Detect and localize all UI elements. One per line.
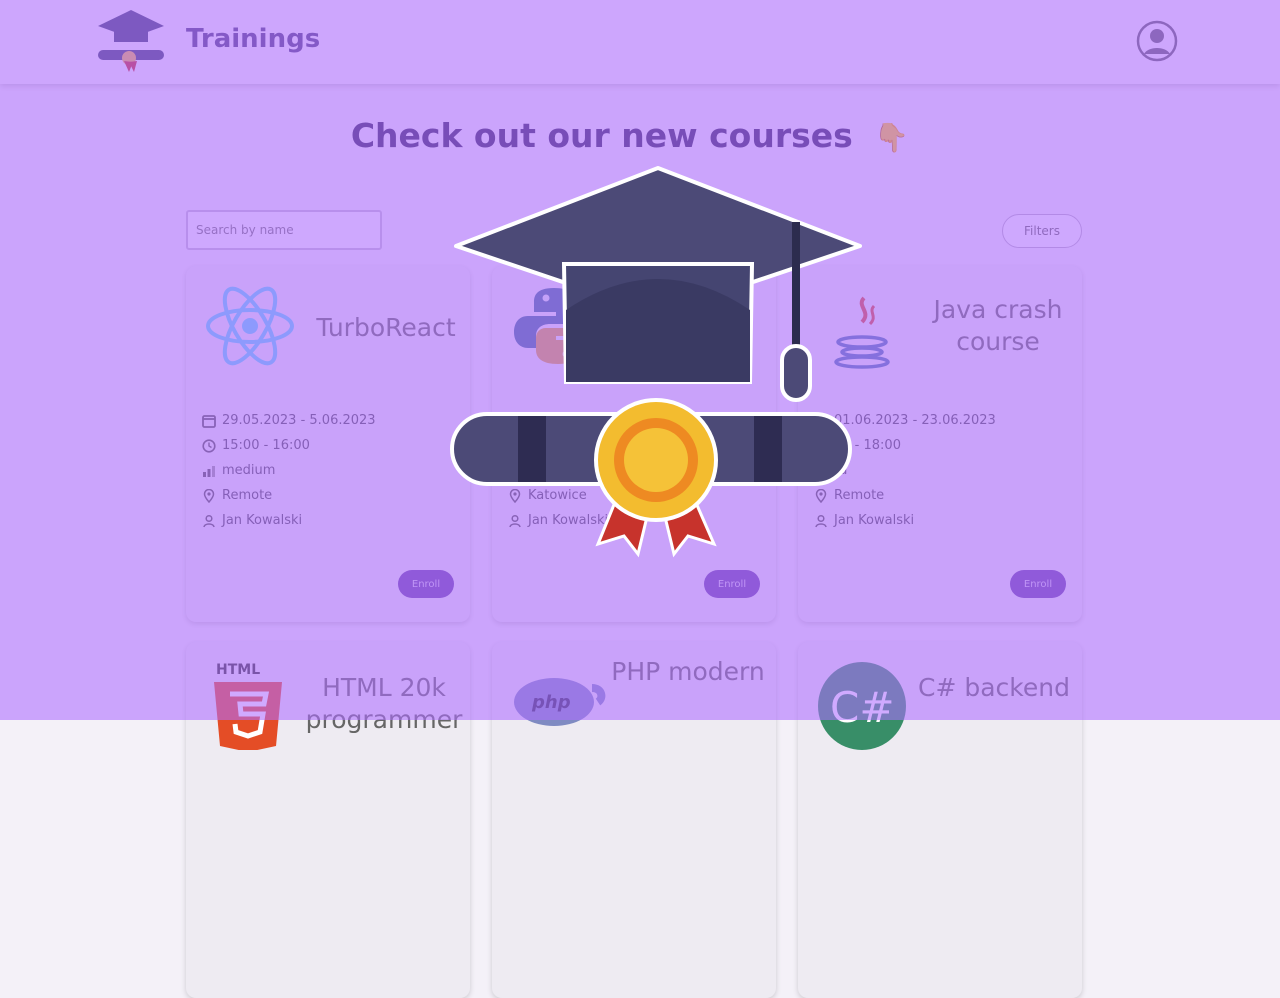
- svg-text:HTML: HTML: [216, 662, 260, 678]
- filters-button[interactable]: Filters: [1002, 214, 1082, 248]
- course-card[interactable]: C# C# backend: [798, 642, 1082, 998]
- pointing-down-icon: 👇: [874, 121, 910, 154]
- course-level: medium: [222, 463, 276, 478]
- signal-bars-icon: [203, 465, 215, 477]
- enroll-button[interactable]: Enroll: [704, 570, 760, 598]
- date-row: 29.05.2023 - 5.06.2023: [202, 408, 376, 433]
- enroll-button[interactable]: Enroll: [1010, 570, 1066, 598]
- user-icon[interactable]: [1136, 20, 1178, 62]
- search-input[interactable]: [186, 210, 382, 250]
- graduation-cap-icon: [450, 166, 862, 558]
- course-title: HTML 20k programmer: [305, 673, 463, 734]
- instructor-row: Jan Kowalski: [202, 508, 376, 533]
- time-row: 15:00 - 16:00: [202, 433, 376, 458]
- calendar-icon: [202, 414, 216, 428]
- top-bar: Trainings: [0, 0, 1280, 84]
- course-card[interactable]: TurboReact 29.05.2023 - 5.06.2023 15:00 …: [186, 266, 470, 622]
- svg-text:C#: C#: [830, 683, 895, 732]
- course-title: C# backend: [918, 673, 1070, 702]
- course-dates: 29.05.2023 - 5.06.2023: [222, 413, 376, 428]
- page-headline: Check out our new courses 👇: [0, 116, 1260, 155]
- app-title: Trainings: [186, 24, 321, 54]
- course-title: TurboReact: [316, 313, 456, 342]
- course-card[interactable]: HTML HTML 20k programmer: [186, 642, 470, 998]
- php-icon: php: [514, 678, 606, 726]
- course-title: Java crash course: [933, 295, 1063, 356]
- location-row: Remote: [202, 483, 376, 508]
- html5-icon: HTML: [214, 662, 282, 750]
- course-location: Remote: [222, 488, 273, 503]
- course-time: 15:00 - 16:00: [222, 438, 310, 453]
- clock-icon: [202, 438, 216, 453]
- enroll-button[interactable]: Enroll: [398, 570, 454, 598]
- csharp-icon: C#: [818, 662, 906, 750]
- course-title: PHP modern: [611, 657, 765, 686]
- headline-text: Check out our new courses: [350, 116, 853, 155]
- graduation-cap-icon[interactable]: [96, 8, 166, 74]
- react-icon: [206, 286, 294, 366]
- svg-text:php: php: [531, 692, 571, 713]
- trainings-page: Trainings Check out our new courses 👇 Fi…: [0, 0, 1280, 998]
- location-pin-icon: [203, 488, 215, 503]
- course-details: 29.05.2023 - 5.06.2023 15:00 - 16:00 med…: [202, 408, 376, 533]
- level-row: medium: [202, 458, 376, 483]
- person-icon: [203, 514, 215, 527]
- course-card[interactable]: php PHP modern: [492, 642, 776, 998]
- course-instructor: Jan Kowalski: [222, 513, 303, 528]
